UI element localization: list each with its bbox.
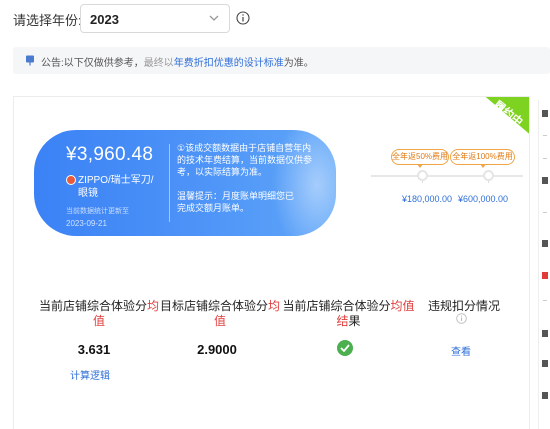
right-panel-text [542, 330, 548, 337]
pill-divider [169, 144, 170, 222]
current-avg-value: 3.631 [77, 342, 111, 357]
view-violations-link[interactable]: 查看 [451, 343, 471, 358]
tier-amount-1: ¥180,000.00 [402, 194, 453, 204]
metric-title: 当前店铺综合体验分均值 [38, 299, 160, 328]
metric-avg-result: 当前店铺综合体验分均值结果 [277, 299, 420, 329]
calc-logic-link[interactable]: 计算逻辑 [70, 367, 110, 382]
metric-target-avg: 目标店铺综合体验分均值 [155, 299, 285, 329]
target-avg-value: 2.9000 [197, 342, 237, 357]
right-panel-text [542, 110, 548, 117]
notice-bar: 公告:以下仅做供参考，最终以年费折扣优惠的设计标准为准。 [13, 47, 550, 74]
update-note: 当前数据统计更新至 [66, 208, 129, 215]
right-panel-text [542, 392, 548, 399]
metric-title: 违规扣分情况 [427, 299, 500, 313]
tier-progress-track [371, 175, 523, 177]
brand-logo-icon [66, 175, 76, 185]
right-panel-highlight [542, 272, 548, 279]
right-panel-text [543, 300, 547, 301]
rebate-card: 履约中 ¥3,960.48 ZIPPO/瑞士军刀/眼镜 当前数据统计更新至 20… [13, 96, 530, 429]
pin-icon [26, 55, 34, 66]
notice-prefix: 公告: [41, 58, 64, 69]
tier-dot-2 [483, 170, 494, 181]
notice-link[interactable]: 年费折扣优惠的设计标准 [174, 58, 284, 69]
tier-amount-2: ¥600,000.00 [458, 194, 509, 204]
right-panel-text [542, 177, 548, 184]
update-date: 2023-09-21 [66, 219, 107, 228]
pill-description: ①该成交额数据由于店铺自营年内的技术年费结算，当前数据仅供参考，以实际结算为准。 [177, 143, 313, 177]
tier-label-2: 全年返100%费用 [450, 149, 515, 168]
right-panel-text [542, 240, 548, 247]
year-select-value: 2023 [90, 12, 119, 27]
right-panel-text [542, 360, 548, 367]
right-side-panel [538, 100, 550, 429]
info-icon[interactable] [236, 11, 250, 25]
tier-label-1: 全年返50%费用 [391, 149, 449, 168]
right-panel-text [543, 212, 547, 213]
right-panel-text [543, 158, 547, 159]
tier-dot-1 [417, 170, 428, 181]
metric-current-avg: 当前店铺综合体验分均值 [36, 299, 162, 329]
brand-name: ZIPPO/瑞士军刀/眼镜 [78, 175, 154, 199]
check-circle-icon [337, 340, 353, 356]
rebate-summary-pill: ¥3,960.48 ZIPPO/瑞士军刀/眼镜 当前数据统计更新至 2023-0… [34, 130, 336, 236]
help-icon[interactable] [456, 313, 467, 324]
top-filter-bar: 请选择年份: 2023 [0, 0, 550, 40]
metric-violations: 违规扣分情况 [424, 299, 504, 314]
notice-body: 以下仅做供参考， [63, 58, 144, 69]
right-panel-text [543, 135, 547, 136]
metric-title: 当前店铺综合体验分均值结果 [282, 299, 415, 328]
metric-title: 目标店铺综合体验分均值 [159, 299, 281, 328]
notice-tail: 为准。 [283, 58, 314, 69]
notice-text: 公告:以下仅做供参考，最终以年费折扣优惠的设计标准为准。 [41, 54, 314, 69]
rebate-amount: ¥3,960.48 [66, 144, 154, 165]
year-select[interactable]: 2023 [80, 4, 230, 33]
chevron-down-icon [209, 15, 219, 21]
year-label: 请选择年份: [13, 13, 82, 28]
pill-tip: 温馨提示：月度账单明细您已完成交额月账单。 [177, 191, 295, 213]
notice-faded: 最终以 [143, 58, 174, 69]
